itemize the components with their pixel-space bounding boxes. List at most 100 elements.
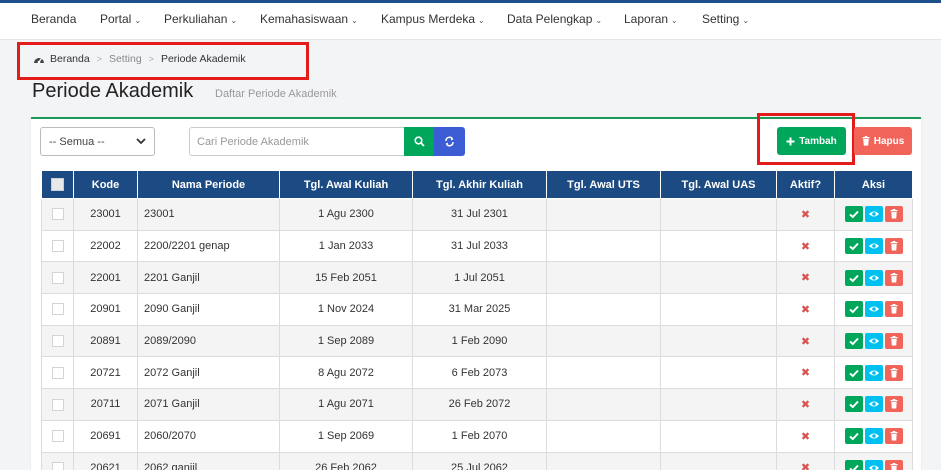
delete-button[interactable] — [884, 333, 903, 350]
table-row[interactable]: 23001 23001 1 Agu 2300 31 Jul 2301 ✖ — [41, 198, 913, 231]
cell-tgl-awal-uas — [660, 356, 777, 390]
header-nama-periode[interactable]: Nama Periode — [137, 170, 280, 199]
cell-tgl-akhir-kuliah: 1 Feb 2090 — [412, 324, 547, 358]
activate-button[interactable] — [844, 269, 863, 286]
nav-data-pelengkap[interactable]: Data Pelengkap ⌄ — [507, 3, 602, 39]
cell-tgl-awal-kuliah: 1 Sep 2089 — [279, 324, 413, 358]
cell-aksi — [834, 388, 913, 421]
table-row[interactable]: 20711 2071 Ganjil 1 Agu 2071 26 Feb 2072… — [41, 388, 913, 421]
row-checkbox[interactable] — [51, 208, 64, 221]
cell-aksi — [834, 261, 913, 295]
row-checkbox[interactable] — [51, 461, 64, 470]
tambah-button[interactable]: Tambah — [777, 127, 846, 155]
trash-icon — [890, 336, 897, 346]
filter-select[interactable]: -- Semua -- — [40, 127, 155, 156]
view-button[interactable] — [864, 396, 883, 413]
row-checkbox[interactable] — [51, 430, 64, 443]
activate-button[interactable] — [844, 364, 863, 381]
row-checkbox[interactable] — [51, 366, 64, 379]
cell-aksi — [834, 293, 913, 326]
delete-button[interactable] — [884, 459, 903, 470]
search-input[interactable]: Cari Periode Akademik — [189, 127, 405, 156]
nav-laporan[interactable]: Laporan ⌄ — [624, 3, 678, 39]
activate-button[interactable] — [844, 238, 863, 255]
delete-button[interactable] — [884, 301, 903, 318]
header-select-all[interactable] — [41, 170, 74, 199]
row-checkbox[interactable] — [51, 240, 64, 253]
header-tgl-awal-uts[interactable]: Tgl. Awal UTS — [546, 170, 661, 199]
row-checkbox-cell[interactable] — [41, 324, 74, 358]
table-row[interactable]: 20691 2060/2070 1 Sep 2069 1 Feb 2070 ✖ — [41, 419, 913, 453]
activate-button[interactable] — [844, 428, 863, 445]
row-checkbox[interactable] — [51, 271, 64, 284]
delete-button[interactable] — [884, 396, 903, 413]
row-checkbox-cell[interactable] — [41, 356, 74, 390]
nav-setting[interactable]: Setting ⌄ — [702, 3, 749, 39]
cell-tgl-awal-kuliah: 1 Nov 2024 — [279, 293, 413, 326]
nav-kemahasiswaan[interactable]: Kemahasiswaan ⌄ — [260, 3, 358, 39]
row-checkbox[interactable] — [51, 303, 64, 316]
hapus-button[interactable]: Hapus — [854, 127, 912, 155]
view-button[interactable] — [864, 459, 883, 470]
breadcrumb-separator: > — [148, 54, 154, 64]
row-checkbox[interactable] — [51, 398, 64, 411]
hapus-button-label: Hapus — [873, 135, 905, 147]
breadcrumb-home-link[interactable]: Beranda — [50, 53, 90, 65]
row-checkbox-cell[interactable] — [41, 388, 74, 421]
view-button[interactable] — [864, 333, 883, 350]
view-button[interactable] — [864, 206, 883, 223]
activate-button[interactable] — [844, 301, 863, 318]
header-aksi: Aksi — [834, 170, 913, 199]
activate-button[interactable] — [844, 396, 863, 413]
table-row[interactable]: 20891 2089/2090 1 Sep 2089 1 Feb 2090 ✖ — [41, 324, 913, 358]
chevron-down-icon: ⌄ — [478, 16, 485, 25]
row-checkbox-cell[interactable] — [41, 261, 74, 295]
row-checkbox-cell[interactable] — [41, 198, 74, 231]
delete-button[interactable] — [884, 364, 903, 381]
cell-tgl-akhir-kuliah: 6 Feb 2073 — [412, 356, 547, 390]
breadcrumb-setting-link[interactable]: Setting — [109, 53, 142, 65]
nav-perkuliahan[interactable]: Perkuliahan ⌄ — [164, 3, 237, 39]
check-icon — [848, 274, 859, 283]
table-row[interactable]: 20901 2090 Ganjil 1 Nov 2024 31 Mar 2025… — [41, 293, 913, 326]
refresh-button[interactable] — [434, 127, 465, 156]
nav-portal[interactable]: Portal ⌄ — [100, 3, 141, 39]
check-icon — [848, 211, 859, 219]
view-button[interactable] — [864, 428, 883, 445]
cell-tgl-awal-kuliah: 1 Sep 2069 — [279, 419, 413, 453]
delete-button[interactable] — [884, 206, 903, 223]
cell-aktif: ✖ — [776, 229, 835, 263]
row-checkbox-cell[interactable] — [41, 419, 74, 453]
table-row[interactable]: 20721 2072 Ganjil 8 Agu 2072 6 Feb 2073 … — [41, 356, 913, 390]
row-checkbox[interactable] — [51, 335, 64, 348]
table-row[interactable]: 20621 2062 ganjil 26 Feb 2062 25 Jul 206… — [41, 451, 913, 470]
delete-button[interactable] — [884, 238, 903, 255]
view-button[interactable] — [864, 269, 883, 286]
trash-icon — [890, 272, 897, 283]
search-button[interactable] — [404, 127, 435, 156]
header-kode[interactable]: Kode — [73, 170, 138, 199]
header-tgl-awal-uas[interactable]: Tgl. Awal UAS — [660, 170, 777, 199]
select-all-checkbox[interactable] — [51, 178, 64, 191]
activate-button[interactable] — [844, 459, 863, 470]
activate-button[interactable] — [844, 333, 863, 350]
header-aktif[interactable]: Aktif? — [776, 170, 835, 199]
cell-aktif: ✖ — [776, 324, 835, 358]
view-button[interactable] — [864, 238, 883, 255]
row-checkbox-cell[interactable] — [41, 229, 74, 263]
nav-beranda[interactable]: Beranda — [31, 3, 76, 39]
delete-button[interactable] — [884, 269, 903, 286]
delete-button[interactable] — [884, 428, 903, 445]
row-checkbox-cell[interactable] — [41, 451, 74, 470]
view-button[interactable] — [864, 364, 883, 381]
header-tgl-akhir-kuliah[interactable]: Tgl. Akhir Kuliah — [412, 170, 547, 199]
nav-kampus-merdeka[interactable]: Kampus Merdeka ⌄ — [381, 3, 485, 39]
table-row[interactable]: 22001 2201 Ganjil 15 Feb 2051 1 Jul 2051… — [41, 261, 913, 295]
activate-button[interactable] — [844, 206, 863, 223]
header-tgl-awal-kuliah[interactable]: Tgl. Awal Kuliah — [279, 170, 413, 199]
inactive-x-icon: ✖ — [800, 398, 811, 411]
check-icon — [848, 337, 859, 346]
row-checkbox-cell[interactable] — [41, 293, 74, 326]
table-row[interactable]: 22002 2200/2201 genap 1 Jan 2033 31 Jul … — [41, 229, 913, 263]
view-button[interactable] — [864, 301, 883, 318]
